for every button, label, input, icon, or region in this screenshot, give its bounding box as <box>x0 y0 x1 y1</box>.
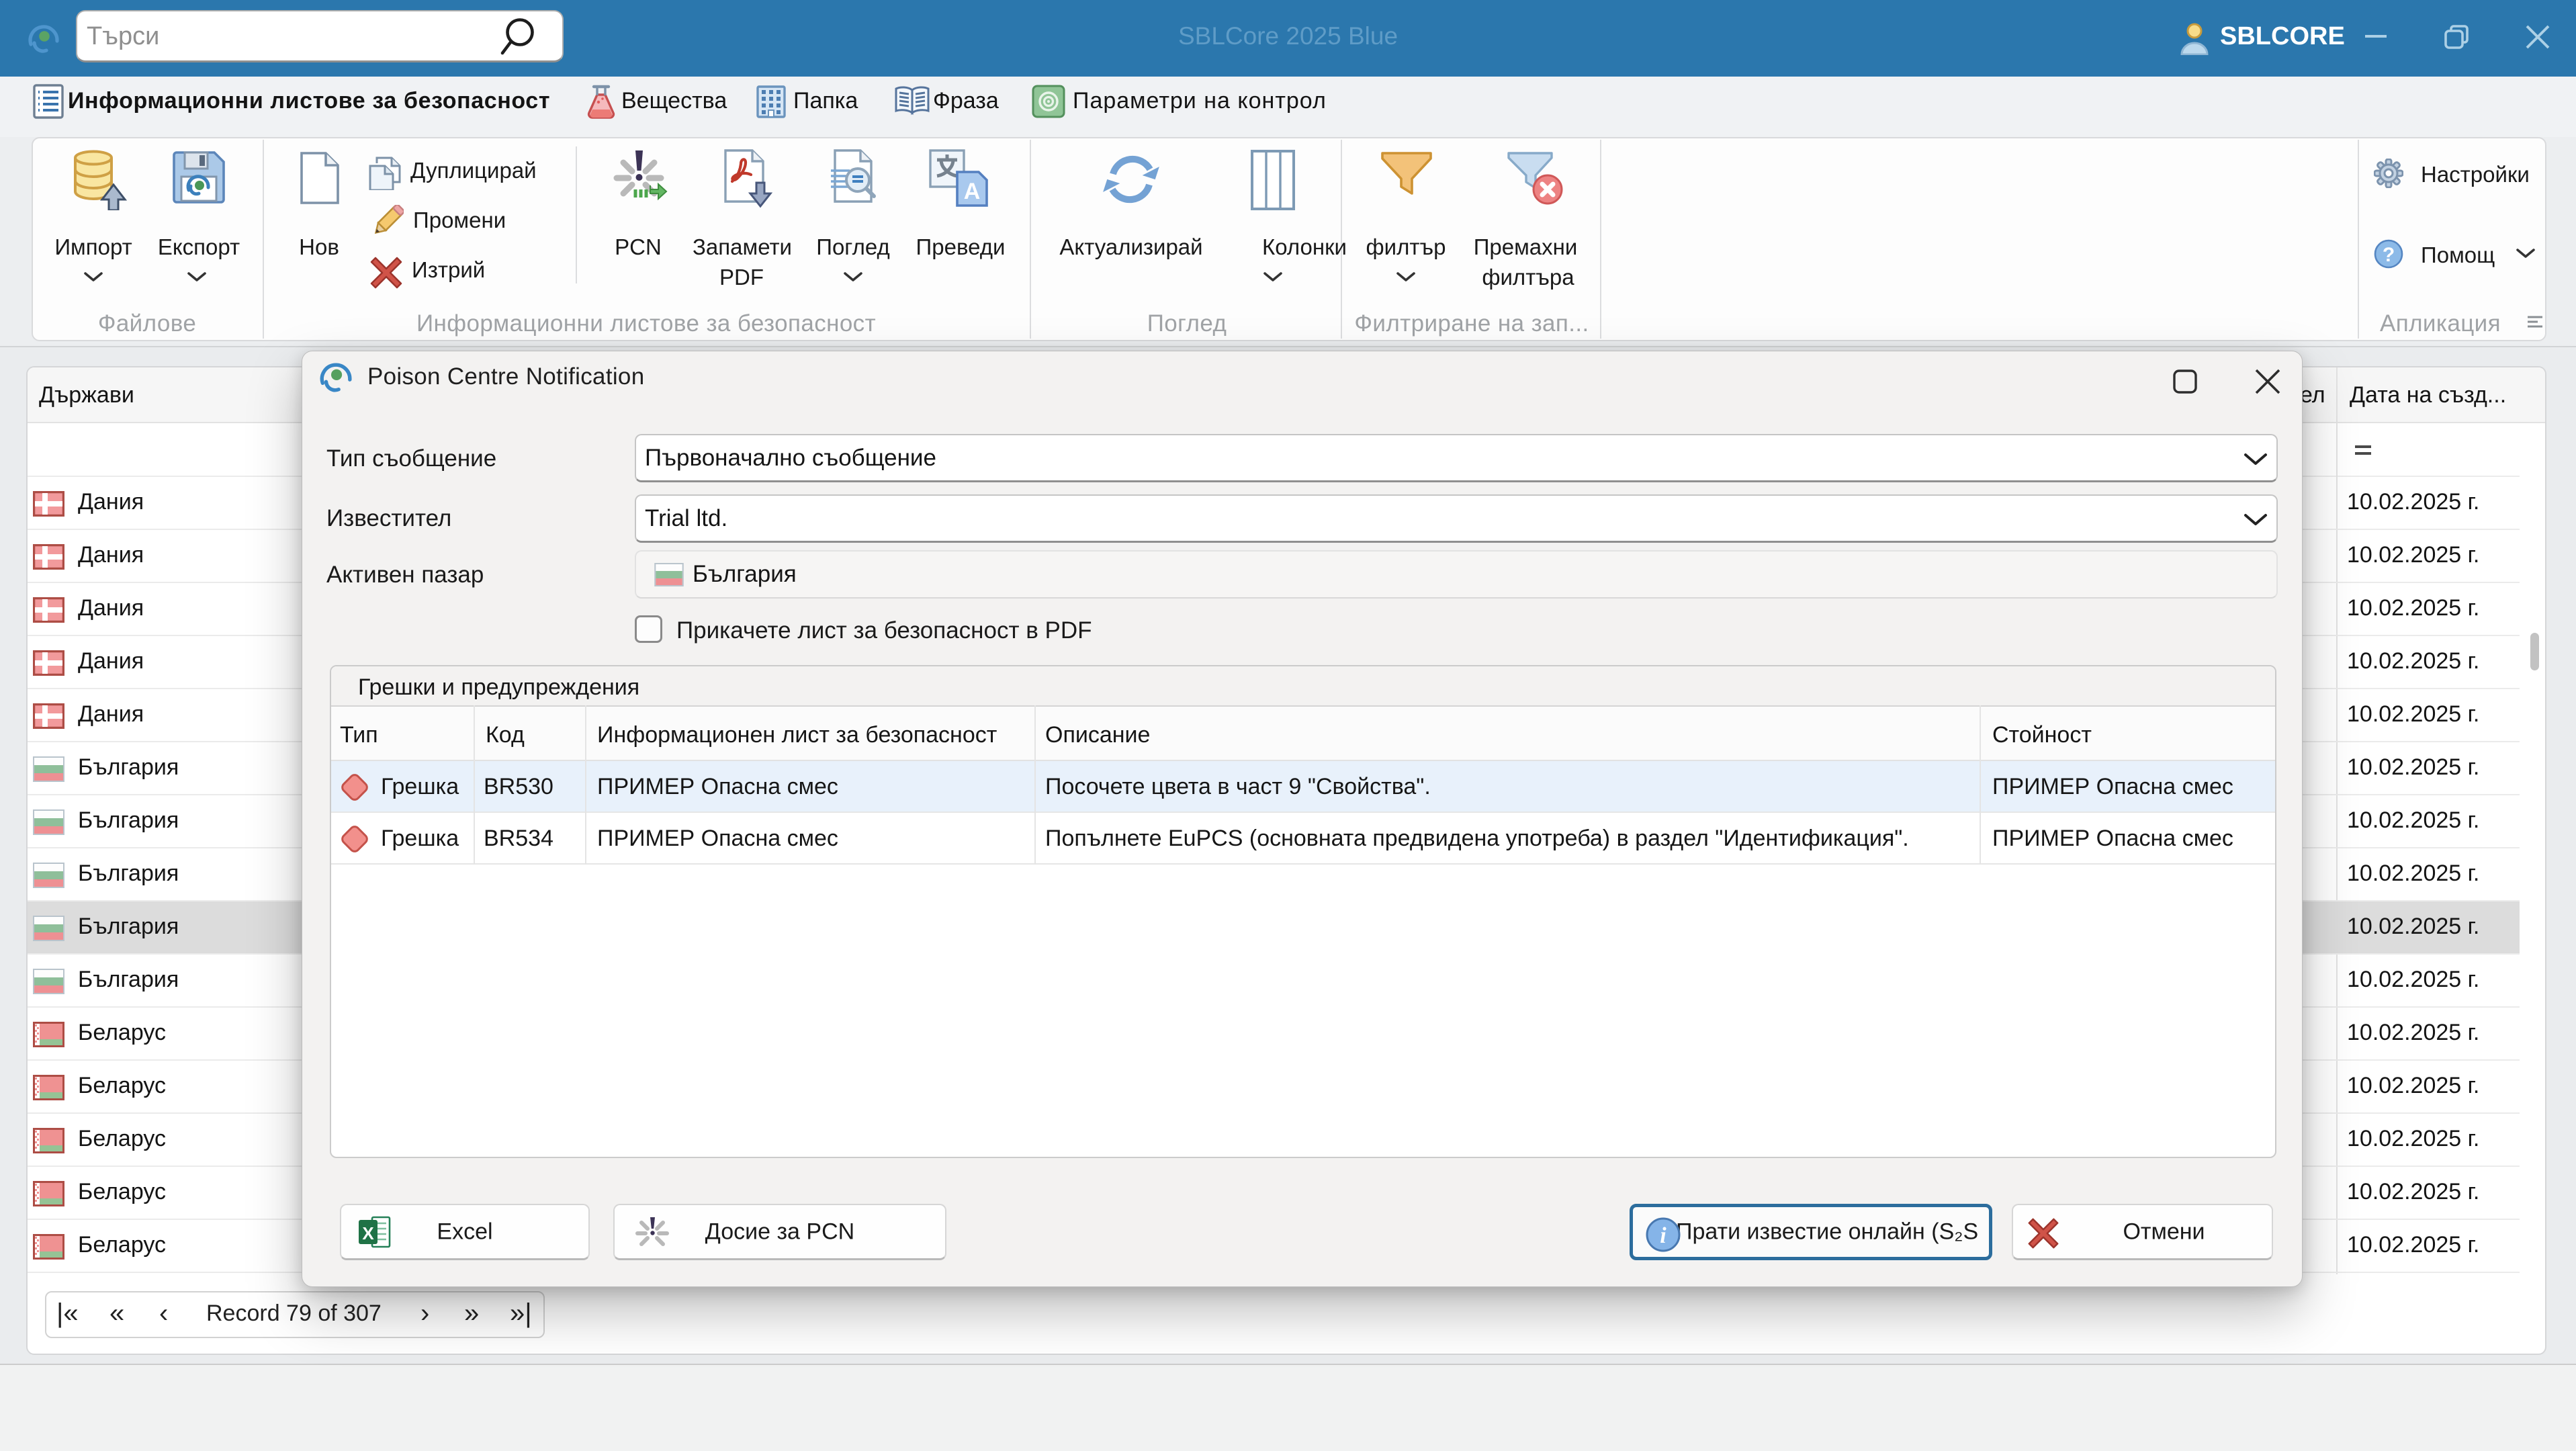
svg-text:A: A <box>964 179 981 204</box>
svg-text:?: ? <box>2383 244 2395 266</box>
svg-text:i: i <box>1660 1223 1667 1248</box>
